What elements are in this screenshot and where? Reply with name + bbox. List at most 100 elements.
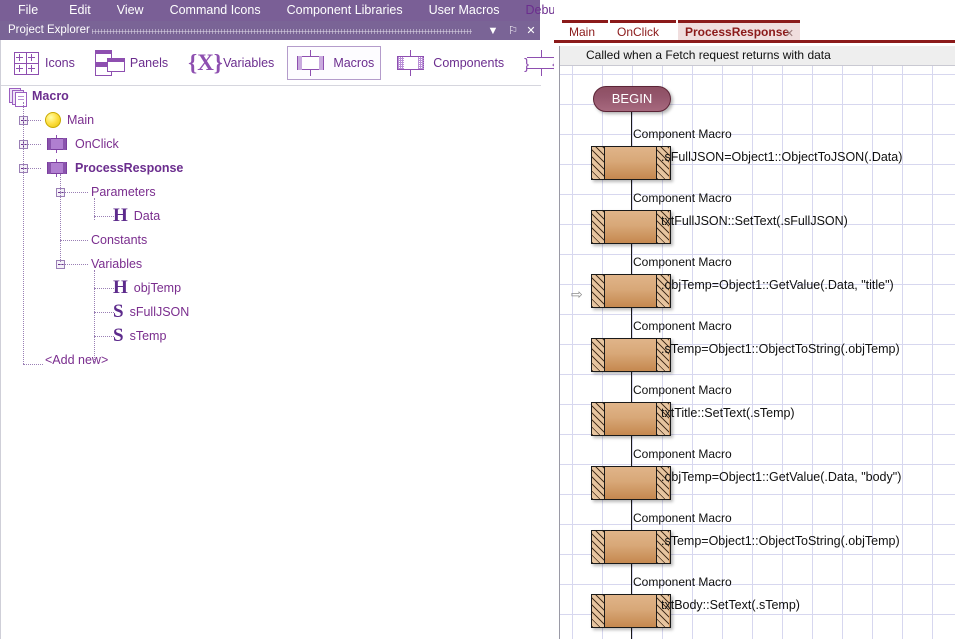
tree-item-constants[interactable]: Constants	[91, 230, 147, 250]
type-string-icon: S	[113, 325, 124, 346]
panel-close-icon[interactable]: ✕	[524, 24, 538, 38]
tree-item-label: OnClick	[75, 137, 119, 151]
step-title: Component Macro	[633, 383, 732, 397]
application-window: File Edit View Command Icons Component Libra…	[0, 0, 955, 639]
type-string-icon: S	[113, 301, 124, 322]
toolbar-item-panels[interactable]: Panels	[88, 46, 175, 80]
editor-tab-label: OnClick	[617, 25, 660, 39]
tree-connector-line	[60, 264, 88, 265]
tree-connector-line	[60, 192, 88, 193]
tree-item-variables[interactable]: Variables	[91, 254, 142, 274]
editor-tab-processresponse[interactable]: ProcessResponse ✕	[678, 20, 800, 40]
tree-connector-line	[23, 120, 41, 121]
project-explorer-body: Icons Panels {X} Variables Macros Compon…	[0, 40, 625, 639]
tree-item-label: objTemp	[133, 281, 182, 295]
editor-tab-onclick[interactable]: OnClick	[610, 20, 676, 40]
macro-block-icon	[294, 49, 328, 76]
editor-tab-label: Main	[569, 25, 596, 39]
tree-item-label: <Add new>	[45, 353, 109, 367]
icons-grid-icon	[14, 51, 40, 75]
step-title: Component Macro	[633, 319, 732, 333]
variables-braces-x-icon: {X}	[188, 49, 223, 75]
titlebar-grip-dots	[92, 29, 472, 34]
panel-pin-icon[interactable]: ⚐	[506, 24, 520, 38]
component-block-icon	[394, 49, 428, 76]
tree-item-label: sFullJSON	[129, 305, 190, 319]
menu-item-file[interactable]: File	[0, 0, 57, 21]
tree-item-add-new[interactable]: <Add new>	[45, 350, 108, 370]
tree-connector-line	[60, 174, 61, 262]
tree-item-objtemp[interactable]: HobjTemp	[113, 278, 181, 298]
panels-windows-icon	[94, 49, 125, 76]
tree-connector-line	[94, 336, 114, 337]
tree-root-macro[interactable]: Macro	[9, 86, 69, 107]
flowchart-description: Called when a Fetch request returns with…	[586, 48, 831, 62]
tree-item-label: Parameters	[91, 185, 156, 199]
flowchart-canvas[interactable]: Called when a Fetch request returns with…	[559, 46, 955, 639]
project-tree: Macro Main OnClick ProcessResponse Parameter…	[1, 86, 541, 639]
tree-connector-line	[23, 364, 43, 365]
panel-dropdown-icon[interactable]: ▼	[486, 24, 500, 38]
tree-item-stemp[interactable]: SsTemp	[113, 326, 166, 346]
tree-connector-line	[94, 312, 114, 313]
block-hatch-left	[592, 211, 605, 243]
insertion-point-marker-icon: ⇨	[571, 286, 583, 302]
flowchart-grid: BEGIN Component Macro .sFullJSON=Object1::…	[560, 66, 955, 639]
object-type-toolbar: Icons Panels {X} Variables Macros Compon…	[1, 40, 625, 86]
menu-item-command-icons[interactable]: Command Icons	[157, 0, 274, 21]
editor-area: Main OnClick ProcessResponse ✕ Called when …	[554, 0, 955, 639]
step-expression: .objTemp=Object1::GetValue(.Data, "title…	[661, 278, 894, 292]
block-hatch-left	[592, 275, 605, 307]
step-title: Component Macro	[633, 127, 732, 141]
step-title: Component Macro	[633, 191, 732, 205]
tree-item-main[interactable]: Main	[45, 110, 94, 130]
tree-item-parameters[interactable]: Parameters	[91, 182, 156, 202]
toolbar-label-macros: Macros	[333, 55, 375, 70]
tree-item-sfulljson[interactable]: SsFullJSON	[113, 302, 189, 322]
menu-item-component-libraries[interactable]: Component Libraries	[274, 0, 416, 21]
tree-item-label: ProcessResponse	[75, 161, 184, 175]
tree-item-data[interactable]: H Data	[113, 206, 160, 226]
tree-item-label: Constants	[91, 233, 148, 247]
tree-connector-line	[23, 168, 41, 169]
menu-item-edit[interactable]: Edit	[56, 0, 104, 21]
block-hatch-left	[592, 339, 605, 371]
tree-item-onclick[interactable]: OnClick	[45, 134, 119, 154]
toolbar-label-panels: Panels	[129, 55, 169, 70]
step-expression: .sFullJSON=Object1::ObjectToJSON(.Data)	[661, 150, 903, 164]
bulb-icon	[45, 112, 61, 128]
editor-tab-main[interactable]: Main	[562, 20, 608, 40]
block-hatch-left	[592, 147, 605, 179]
tree-item-processresponse[interactable]: ProcessResponse	[45, 158, 183, 178]
toolbar-item-macros[interactable]: Macros	[287, 45, 382, 80]
tree-item-label: sTemp	[129, 329, 167, 343]
tree-connector-line	[94, 216, 114, 217]
type-handle-icon: H	[113, 205, 128, 226]
tree-item-label: Variables	[91, 257, 143, 271]
toolbar-label-icons: Icons	[45, 55, 75, 70]
macro-icon	[45, 159, 69, 177]
step-expression: .sTemp=Object1::ObjectToString(.objTemp)	[661, 342, 900, 356]
project-explorer-title: Project Explorer	[8, 24, 90, 36]
project-explorer-titlebar: Project Explorer ▼ ⚐ ✕	[0, 21, 540, 40]
tree-connector-line	[23, 102, 24, 364]
tree-root-label: Macro	[32, 89, 69, 103]
begin-node[interactable]: BEGIN	[593, 86, 671, 112]
tree-connector-line	[94, 270, 95, 364]
block-hatch-left	[592, 531, 605, 563]
menu-item-user-macros[interactable]: User Macros	[416, 0, 513, 21]
menu-item-view[interactable]: View	[104, 0, 157, 21]
toolbar-item-components[interactable]: Components	[387, 46, 511, 80]
step-title: Component Macro	[633, 447, 732, 461]
step-title: Component Macro	[633, 511, 732, 525]
block-hatch-left	[592, 467, 605, 499]
block-hatch-left	[592, 595, 605, 627]
tree-connector-line	[60, 240, 88, 241]
toolbar-item-variables[interactable]: {X} Variables	[181, 46, 281, 80]
step-expression: .sTemp=Object1::ObjectToString(.objTemp)	[661, 534, 900, 548]
step-title: Component Macro	[633, 255, 732, 269]
step-expression: txtTitle::SetText(.sTemp)	[661, 406, 795, 420]
toolbar-item-icons[interactable]: Icons	[7, 47, 82, 79]
tree-item-label: Data	[133, 209, 161, 223]
type-handle-icon: H	[113, 277, 128, 298]
